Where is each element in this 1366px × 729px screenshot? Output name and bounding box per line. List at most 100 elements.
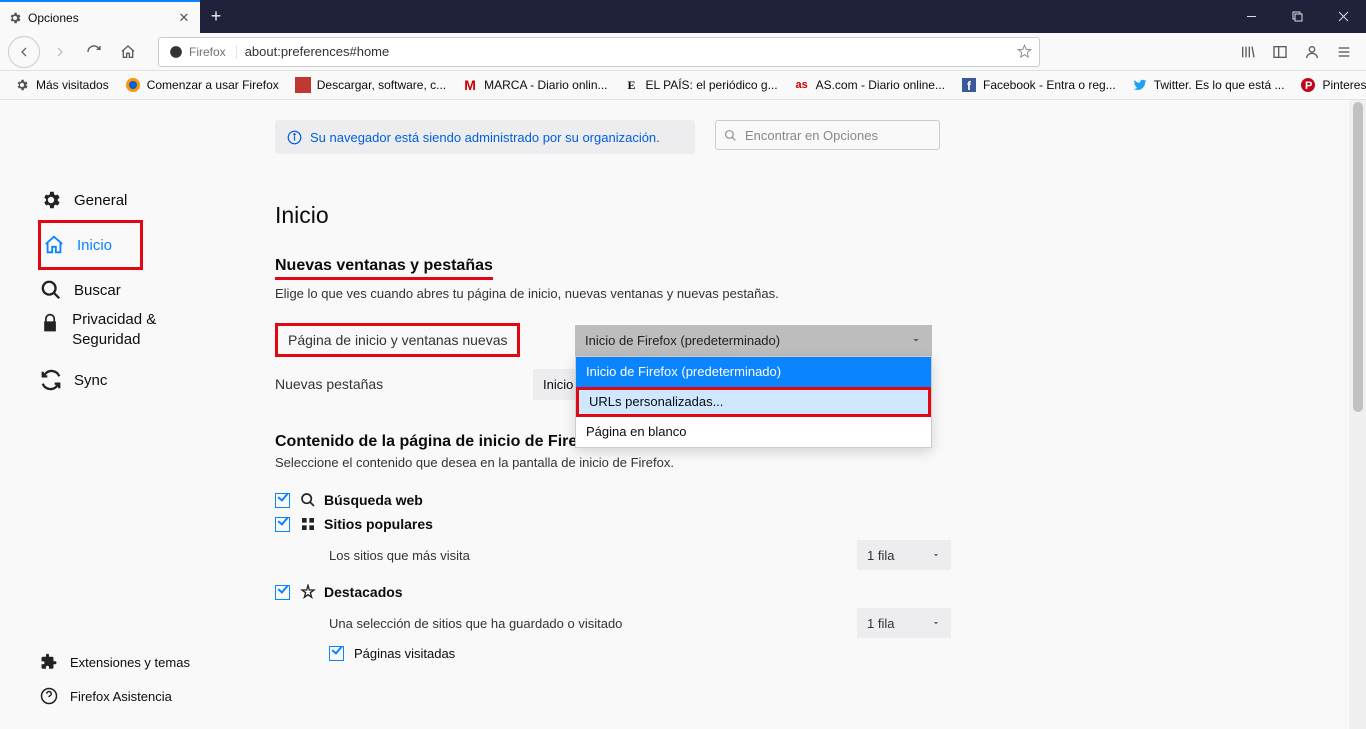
checkbox-label: Páginas visitadas: [354, 646, 455, 661]
library-button[interactable]: [1234, 38, 1262, 66]
account-button[interactable]: [1298, 38, 1326, 66]
homepage-dropdown[interactable]: Inicio de Firefox (predeterminado): [575, 325, 932, 356]
chevron-down-icon: [910, 334, 922, 346]
reload-button[interactable]: [80, 38, 108, 66]
sidebar-item-sync[interactable]: Sync: [38, 360, 215, 400]
select-value: 1 fila: [867, 548, 894, 563]
bookmark-label: Facebook - Entra o reg...: [983, 78, 1116, 92]
chevron-down-icon: [931, 618, 941, 628]
bookmark-firefox-start[interactable]: Comenzar a usar Firefox: [119, 75, 285, 95]
url-bar[interactable]: Firefox about:preferences#home: [158, 37, 1040, 67]
firefox-icon: [169, 45, 183, 59]
svg-text:P: P: [1305, 80, 1312, 92]
dropdown-selected: Inicio de Firefox (predeterminado): [585, 333, 780, 348]
section-subtitle: Elige lo que ves cuando abres tu página …: [275, 286, 1336, 301]
checkbox-top-sites[interactable]: [275, 517, 290, 532]
gear-icon: [8, 11, 22, 25]
twitter-icon: [1132, 77, 1148, 93]
window-maximize-button[interactable]: [1274, 0, 1320, 33]
url-text: about:preferences#home: [237, 44, 1009, 59]
mozilla-icon: [295, 77, 311, 93]
window-close-button[interactable]: [1320, 0, 1366, 33]
bookmark-label: Pinterest: [1322, 78, 1366, 92]
homepage-label: Página de inicio y ventanas nuevas: [275, 323, 520, 357]
preferences-sidebar: General Inicio Buscar Privacidad & Segur…: [0, 100, 215, 729]
browser-tab[interactable]: Opciones ✕: [0, 0, 200, 33]
lock-icon: [40, 312, 60, 334]
sync-icon: [40, 369, 62, 391]
sidebar-item-label: General: [74, 192, 127, 209]
search-icon: [300, 492, 316, 508]
bookmark-most-visited[interactable]: Más visitados: [8, 75, 115, 95]
bookmark-marca[interactable]: M MARCA - Diario onlin...: [456, 75, 613, 95]
search-placeholder: Encontrar en Opciones: [745, 128, 878, 143]
bookmark-label: Twitter. Es lo que está ...: [1154, 78, 1285, 92]
bookmark-label: Comenzar a usar Firefox: [147, 78, 279, 92]
tab-close-button[interactable]: ✕: [176, 10, 192, 26]
bookmark-pinterest[interactable]: P Pinterest: [1294, 75, 1366, 95]
bookmark-label: MARCA - Diario onlin...: [484, 78, 607, 92]
bookmarks-toolbar: Más visitados Comenzar a usar Firefox De…: [0, 71, 1366, 100]
checkbox-label: Búsqueda web: [300, 492, 423, 508]
chevron-down-icon: [931, 550, 941, 560]
checkbox-highlights[interactable]: [275, 585, 290, 600]
checkbox-web-search[interactable]: [275, 493, 290, 508]
forward-button[interactable]: [46, 38, 74, 66]
help-icon: [40, 687, 58, 705]
highlights-icon: [300, 584, 316, 600]
newtab-dropdown[interactable]: Inicio: [533, 369, 575, 400]
managed-link[interactable]: Su navegador está siendo administrado po…: [310, 130, 660, 145]
newtab-label: Nuevas pestañas: [275, 376, 533, 392]
sidebar-item-general[interactable]: General: [38, 180, 215, 220]
checkbox-label: Sitios populares: [300, 516, 433, 532]
identity-box[interactable]: Firefox: [159, 45, 237, 59]
bookmark-label: Descargar, software, c...: [317, 78, 446, 92]
scrollbar[interactable]: [1349, 100, 1366, 729]
bookmark-twitter[interactable]: Twitter. Es lo que está ...: [1126, 75, 1291, 95]
as-icon: as: [794, 77, 810, 93]
sidebar-item-privacy[interactable]: Privacidad & Seguridad: [38, 310, 215, 360]
bookmark-facebook[interactable]: f Facebook - Entra o reg...: [955, 75, 1122, 95]
sidebar-item-support[interactable]: Firefox Asistencia: [38, 679, 190, 713]
new-tab-button[interactable]: +: [200, 0, 232, 33]
home-icon: [43, 234, 65, 256]
sidebar-item-search[interactable]: Buscar: [38, 270, 215, 310]
bookmark-mozilla[interactable]: Descargar, software, c...: [289, 75, 452, 95]
home-button[interactable]: [114, 38, 142, 66]
scrollbar-thumb[interactable]: [1353, 102, 1363, 412]
bookmark-as[interactable]: as AS.com - Diario online...: [788, 75, 951, 95]
sidebar-item-extensions[interactable]: Extensiones y temas: [38, 645, 190, 679]
elpais-icon: E: [624, 77, 640, 93]
gear-icon: [40, 189, 62, 211]
topsites-sublabel: Los sitios que más visita: [329, 548, 470, 563]
section-subtitle: Seleccione el contenido que desea en la …: [275, 455, 1336, 470]
window-minimize-button[interactable]: [1228, 0, 1274, 33]
sidebar-item-label: Extensiones y temas: [70, 655, 190, 670]
sidebar-item-label: Firefox Asistencia: [70, 689, 172, 704]
firefox-icon: [125, 77, 141, 93]
menu-button[interactable]: [1330, 38, 1358, 66]
section-heading-windows-tabs: Nuevas ventanas y pestañas: [275, 257, 1336, 280]
search-icon: [40, 279, 62, 301]
topsites-rows-select[interactable]: 1 fila: [857, 540, 951, 570]
sidebar-item-label: Privacidad & Seguridad: [72, 310, 215, 349]
sidebar-item-home[interactable]: Inicio: [41, 225, 112, 265]
find-in-options[interactable]: Encontrar en Opciones: [715, 120, 940, 150]
preferences-main: Su navegador está siendo administrado po…: [215, 100, 1366, 729]
checkbox-visited-pages[interactable]: [329, 646, 344, 661]
checkbox-label: Destacados: [300, 584, 403, 600]
bookmark-elpais[interactable]: E EL PAÍS: el periódico g...: [618, 75, 784, 95]
dropdown-option-blank[interactable]: Página en blanco: [576, 417, 931, 447]
sidebar-item-label: Inicio: [77, 237, 112, 254]
back-button[interactable]: [8, 36, 40, 68]
bookmark-star-button[interactable]: [1009, 44, 1039, 59]
highlights-rows-select[interactable]: 1 fila: [857, 608, 951, 638]
bookmark-label: EL PAÍS: el periódico g...: [646, 78, 778, 92]
sidebar-toggle-button[interactable]: [1266, 38, 1294, 66]
dropdown-option-default[interactable]: Inicio de Firefox (predeterminado): [576, 357, 931, 387]
page-title: Inicio: [275, 202, 1336, 229]
identity-label: Firefox: [189, 45, 226, 59]
highlights-sublabel: Una selección de sitios que ha guardado …: [329, 616, 622, 631]
bookmark-label: Más visitados: [36, 78, 109, 92]
dropdown-option-custom-urls[interactable]: URLs personalizadas...: [576, 387, 931, 417]
